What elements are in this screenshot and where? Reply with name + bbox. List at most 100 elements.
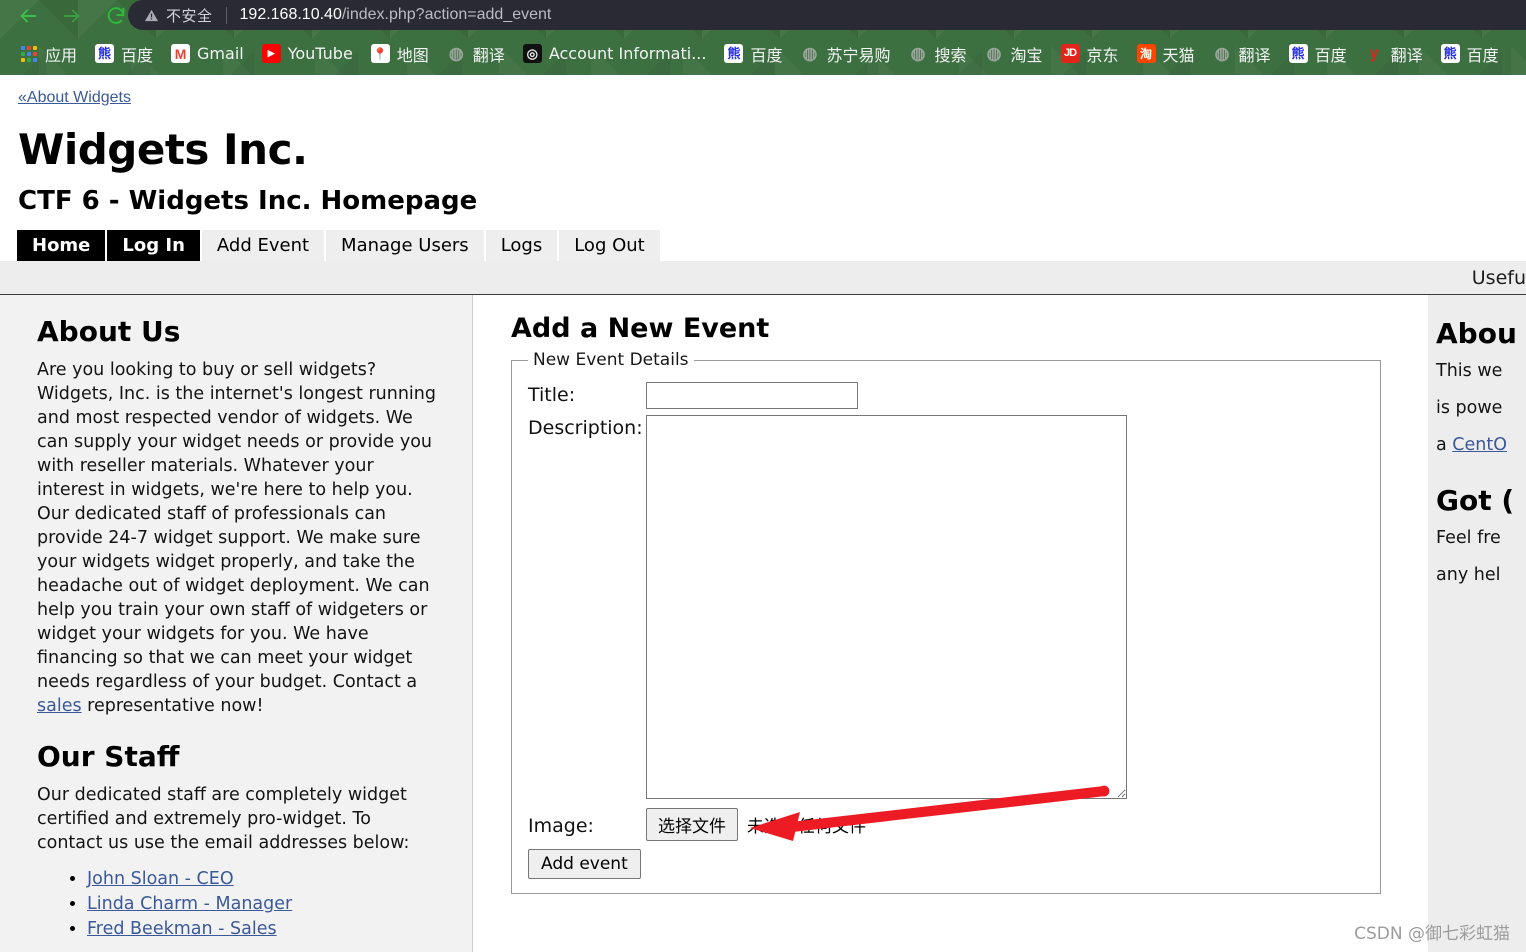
yandex-icon: у [1369,44,1379,62]
bookmark-label: 苏宁易购 [826,45,891,65]
page-subtitle: CTF 6 - Widgets Inc. Homepage [18,186,478,216]
bookmark-item[interactable]: ◍ 搜索 [899,40,975,68]
nav-tab-home[interactable]: Home [17,230,108,261]
bookmark-item[interactable]: 熊 百度 [715,40,791,68]
sales-link[interactable]: sales [37,696,82,716]
image-label: Image: [528,814,594,837]
main-content: Add a New Event New Event Details Title:… [473,295,1428,952]
bookmark-item[interactable]: 熊 百度 [1280,40,1356,68]
list-item: John Sloan - CEO [87,867,436,891]
list-item: Fred Beekman - Sales [87,917,436,941]
page-title: Widgets Inc. [18,125,308,174]
title-input[interactable] [646,382,858,409]
bookmark-label: 应用 [45,45,78,65]
got-questions-heading: Got ( [1436,484,1515,517]
staff-link-fred-beekman[interactable]: Fred Beekman - Sales [87,919,277,939]
dark-circle-icon: ◎ [522,44,542,63]
about-us-heading: About Us [37,315,181,348]
bookmark-item[interactable]: M Gmail [162,42,253,65]
bookmark-label: Account Informati... [548,44,707,63]
arrow-left-icon [17,5,39,27]
bookmark-label: 地图 [396,45,429,65]
bookmark-label: 百度 [1466,45,1499,65]
globe-icon: ◍ [448,44,464,63]
bookmark-label: 百度 [121,45,154,65]
right-about-line-3: a CentO [1436,433,1526,458]
staff-link-linda-charm[interactable]: Linda Charm - Manager [87,894,292,914]
description-textarea[interactable] [646,415,1127,799]
secondary-bar: Usefu [0,261,1526,295]
right-got-line-2: any hel [1436,565,1501,585]
bookmark-label: 百度 [750,45,783,65]
nav-tab-log-out[interactable]: Log Out [559,230,662,261]
back-button[interactable] [8,1,48,31]
bookmark-label: 京东 [1086,45,1119,65]
nav-tab-manage-users[interactable]: Manage Users [326,230,486,261]
bookmark-label: 淘宝 [1010,45,1043,65]
centos-link[interactable]: CentO [1452,435,1507,455]
staff-link-john-sloan[interactable]: John Sloan - CEO [87,869,234,889]
bookmark-item[interactable]: 淘 天猫 [1128,40,1204,68]
new-event-details-legend: New Event Details [533,350,689,370]
about-widgets-link[interactable]: «About Widgets [18,89,131,107]
our-staff-heading: Our Staff [37,740,180,773]
browser-nav-buttons [8,0,136,32]
about-us-text-tail: representative now! [81,696,264,716]
staff-list: John Sloan - CEO Linda Charm - Manager F… [37,867,436,941]
bookmark-item[interactable]: 应用 [10,40,86,68]
bookmark-label: 搜索 [934,45,967,65]
jd-icon: JD [1060,44,1080,63]
bookmark-item[interactable]: 熊 百度 [1432,40,1508,68]
list-item: Linda Charm - Manager [87,892,436,916]
about-us-text: Are you looking to buy or sell widgets? … [37,360,436,692]
bookmark-item[interactable]: 熊 百度 [86,40,162,68]
url-text: 192.168.10.40/index.php?action=add_event [240,6,552,24]
about-us-paragraph: Are you looking to buy or sell widgets? … [37,358,436,718]
bookmark-item[interactable]: JD 京东 [1052,40,1128,68]
left-sidebar: About Us Are you looking to buy or sell … [0,295,473,952]
omnibox-divider [225,6,227,24]
url-host: 192.168.10.40 [239,6,342,23]
reload-icon [105,5,127,27]
bookmark-item[interactable]: ◍ 翻译 [1204,40,1280,68]
site-header: «About Widgets Widgets Inc. CTF 6 - Widg… [0,75,1526,216]
url-path: /index.php?action=add_event [341,6,552,23]
right-got-line-1: Feel fre [1436,528,1501,548]
content-columns: About Us Are you looking to buy or sell … [0,295,1526,952]
bookmark-item[interactable]: 📍 地图 [362,40,438,68]
add-event-heading: Add a New Event [511,313,770,344]
bookmark-item[interactable]: ◎ Account Informati... [514,42,716,65]
bookmark-item[interactable]: ▶ YouTube [253,42,362,65]
nav-tab-logs[interactable]: Logs [485,230,560,261]
bookmark-label: Gmail [197,44,244,63]
globe-icon: ◍ [986,44,1002,63]
baidu-icon: 熊 [95,44,115,63]
right-about-heading: Abou [1436,317,1517,350]
gmail-icon: M [171,44,191,63]
right-sidebar: Abou This we is powe a CentO Got ( Feel … [1428,295,1526,952]
bookmark-item[interactable]: у 翻译 [1356,40,1432,68]
description-field-row: Description: [528,415,1368,799]
choose-file-button[interactable]: 选择文件 [646,808,738,841]
right-about-line-2: is powe [1436,398,1503,418]
bookmark-item[interactable]: ◍ 淘宝 [976,40,1052,68]
nav-tab-add-event[interactable]: Add Event [201,230,327,261]
arrow-right-icon [61,5,83,27]
title-label: Title: [528,384,576,406]
baidu-icon: 熊 [1288,44,1308,63]
bookmark-label: 翻译 [472,45,505,65]
forward-button[interactable] [52,1,92,31]
file-input-control[interactable]: 选择文件 未选择任何文件 [646,808,866,841]
youtube-icon: ▶ [261,44,281,63]
bookmark-item[interactable]: ◍ 苏宁易购 [791,40,899,68]
description-label: Description: [528,417,643,439]
bookmark-item[interactable]: ◍ 翻译 [438,40,514,68]
our-staff-paragraph: Our dedicated staff are completely widge… [37,785,410,853]
nav-tab-login[interactable]: Log In [107,230,202,261]
add-event-submit-button[interactable]: Add event [528,849,641,879]
address-bar[interactable]: 不安全 192.168.10.40/index.php?action=add_e… [128,0,1526,30]
google-maps-icon: 📍 [370,44,390,63]
title-field-row: Title: [528,382,1368,409]
globe-icon: ◍ [1214,44,1230,63]
browser-chrome: 不安全 192.168.10.40/index.php?action=add_e… [0,0,1526,75]
